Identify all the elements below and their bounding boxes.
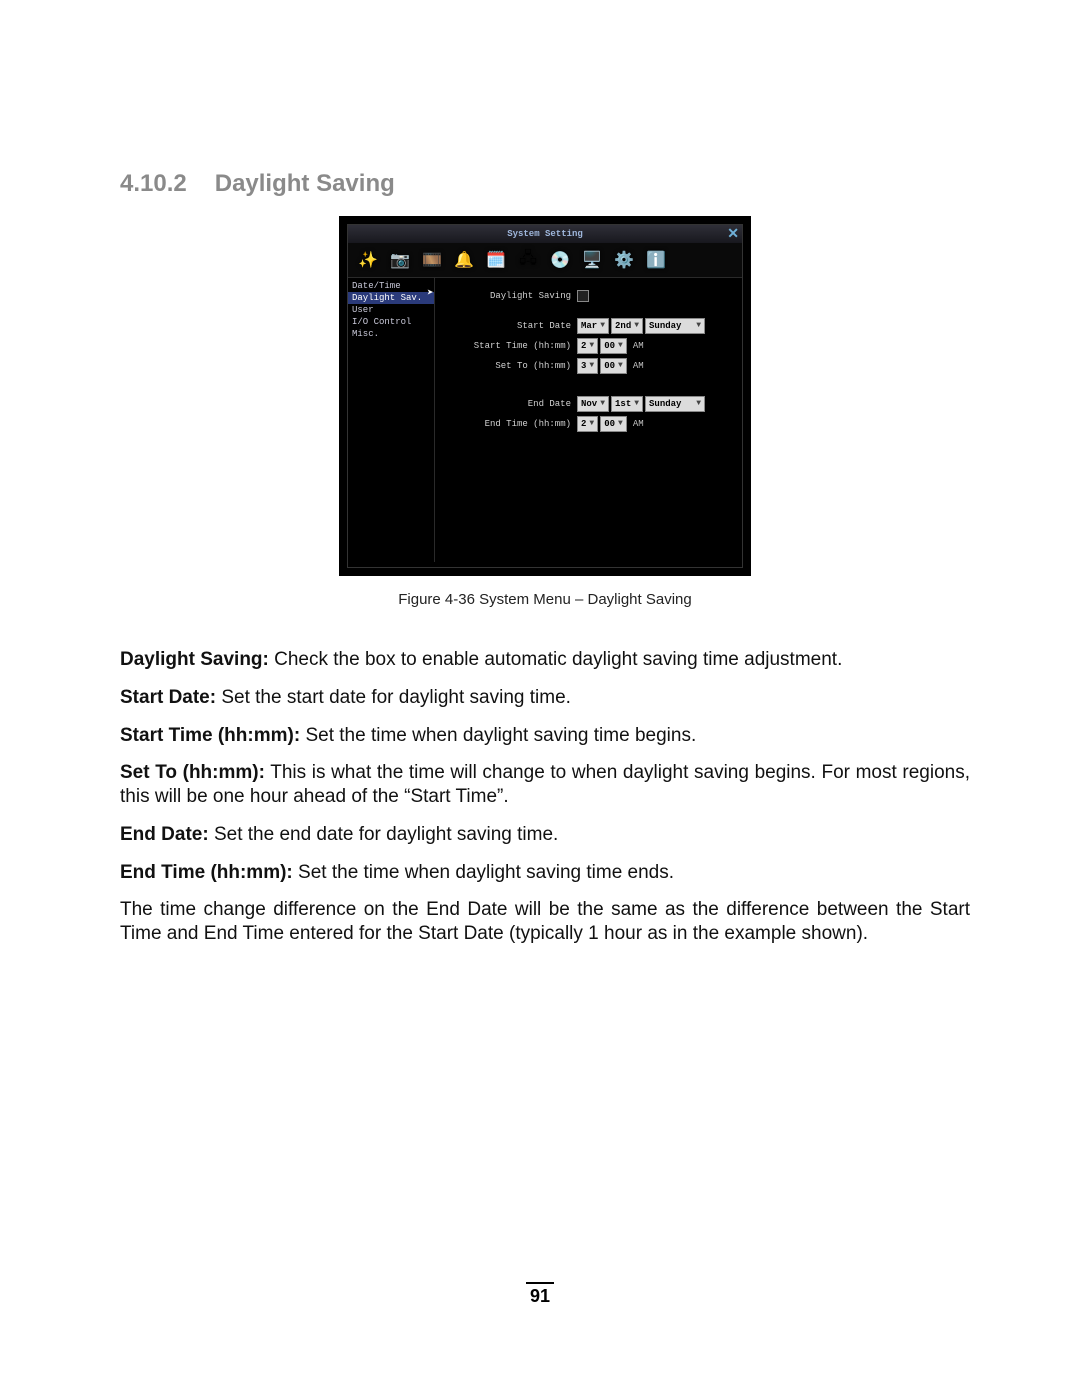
schedule-icon[interactable]: 🗓️ xyxy=(484,249,508,271)
start-month-select[interactable]: Mar▼ xyxy=(577,318,609,334)
start-ordinal-select[interactable]: 2nd▼ xyxy=(611,318,643,334)
end-ampm: AM xyxy=(633,419,644,429)
end-month-select[interactable]: Nov▼ xyxy=(577,396,609,412)
sidebar: Date/Time Daylight Sav. User I/O Control… xyxy=(348,278,435,562)
setto-ampm: AM xyxy=(633,361,644,371)
bell-icon[interactable]: 🔔 xyxy=(452,249,476,271)
end-minute-select[interactable]: 00▼ xyxy=(600,416,627,432)
section-title: Daylight Saving xyxy=(215,170,395,197)
set-to-label: Set To (hh:mm) xyxy=(443,361,577,371)
para-note: The time change difference on the End Da… xyxy=(120,898,970,946)
page-number: 91 xyxy=(0,1282,1080,1307)
para-start-time: Start Time (hh:mm): Set the time when da… xyxy=(120,724,970,748)
start-minute-select[interactable]: 00▼ xyxy=(600,338,627,354)
start-ampm: AM xyxy=(633,341,644,351)
start-date-label: Start Date xyxy=(443,321,577,331)
sidebar-item-misc[interactable]: Misc. xyxy=(348,328,434,340)
sidebar-item-daylight-saving[interactable]: Daylight Sav. xyxy=(348,292,434,304)
system-setting-screenshot: System Setting ✕ ✨ 📷 🎞️ 🔔 🗓️ 🖧 💿 🖥️ ⚙️ ℹ… xyxy=(339,216,751,576)
para-end-time: End Time (hh:mm): Set the time when dayl… xyxy=(120,861,970,885)
para-start-date: Start Date: Set the start date for dayli… xyxy=(120,686,970,710)
enable-label: Daylight Saving xyxy=(443,291,577,301)
disc-icon[interactable]: 💿 xyxy=(548,249,572,271)
toolbar: ✨ 📷 🎞️ 🔔 🗓️ 🖧 💿 🖥️ ⚙️ ℹ️ xyxy=(348,243,742,278)
section-number: 4.10.2 xyxy=(120,170,187,198)
end-hour-select[interactable]: 2▼ xyxy=(577,416,598,432)
end-date-label: End Date xyxy=(443,399,577,409)
daylight-saving-checkbox[interactable] xyxy=(577,290,589,302)
start-weekday-select[interactable]: Sunday▼ xyxy=(645,318,705,334)
start-time-label: Start Time (hh:mm) xyxy=(443,341,577,351)
end-time-label: End Time (hh:mm) xyxy=(443,419,577,429)
end-weekday-select[interactable]: Sunday▼ xyxy=(645,396,705,412)
section-heading: 4.10.2 Daylight Saving xyxy=(120,170,970,198)
sidebar-item-user[interactable]: User xyxy=(348,304,434,316)
end-ordinal-select[interactable]: 1st▼ xyxy=(611,396,643,412)
para-end-date: End Date: Set the end date for daylight … xyxy=(120,823,970,847)
gears-icon[interactable]: ⚙️ xyxy=(612,249,636,271)
settings-form: Daylight Saving Start Date Mar▼ 2nd▼ Sun… xyxy=(435,278,742,562)
setto-minute-select[interactable]: 00▼ xyxy=(600,358,627,374)
window-title: System Setting xyxy=(507,229,583,239)
window-titlebar: System Setting ✕ xyxy=(348,225,742,243)
sidebar-item-datetime[interactable]: Date/Time xyxy=(348,280,434,292)
figure-caption: Figure 4-36 System Menu – Daylight Savin… xyxy=(120,591,970,608)
start-hour-select[interactable]: 2▼ xyxy=(577,338,598,354)
camera-icon[interactable]: 📷 xyxy=(388,249,412,271)
close-icon[interactable]: ✕ xyxy=(727,226,739,240)
network-icon[interactable]: 🖧 xyxy=(516,249,540,271)
info-icon[interactable]: ℹ️ xyxy=(644,249,668,271)
para-set-to: Set To (hh:mm): This is what the time wi… xyxy=(120,761,970,809)
setto-hour-select[interactable]: 3▼ xyxy=(577,358,598,374)
wand-icon[interactable]: ✨ xyxy=(356,249,380,271)
monitor-icon[interactable]: 🖥️ xyxy=(580,249,604,271)
film-icon[interactable]: 🎞️ xyxy=(420,249,444,271)
sidebar-item-io-control[interactable]: I/O Control xyxy=(348,316,434,328)
para-daylight-saving: Daylight Saving: Check the box to enable… xyxy=(120,648,970,672)
